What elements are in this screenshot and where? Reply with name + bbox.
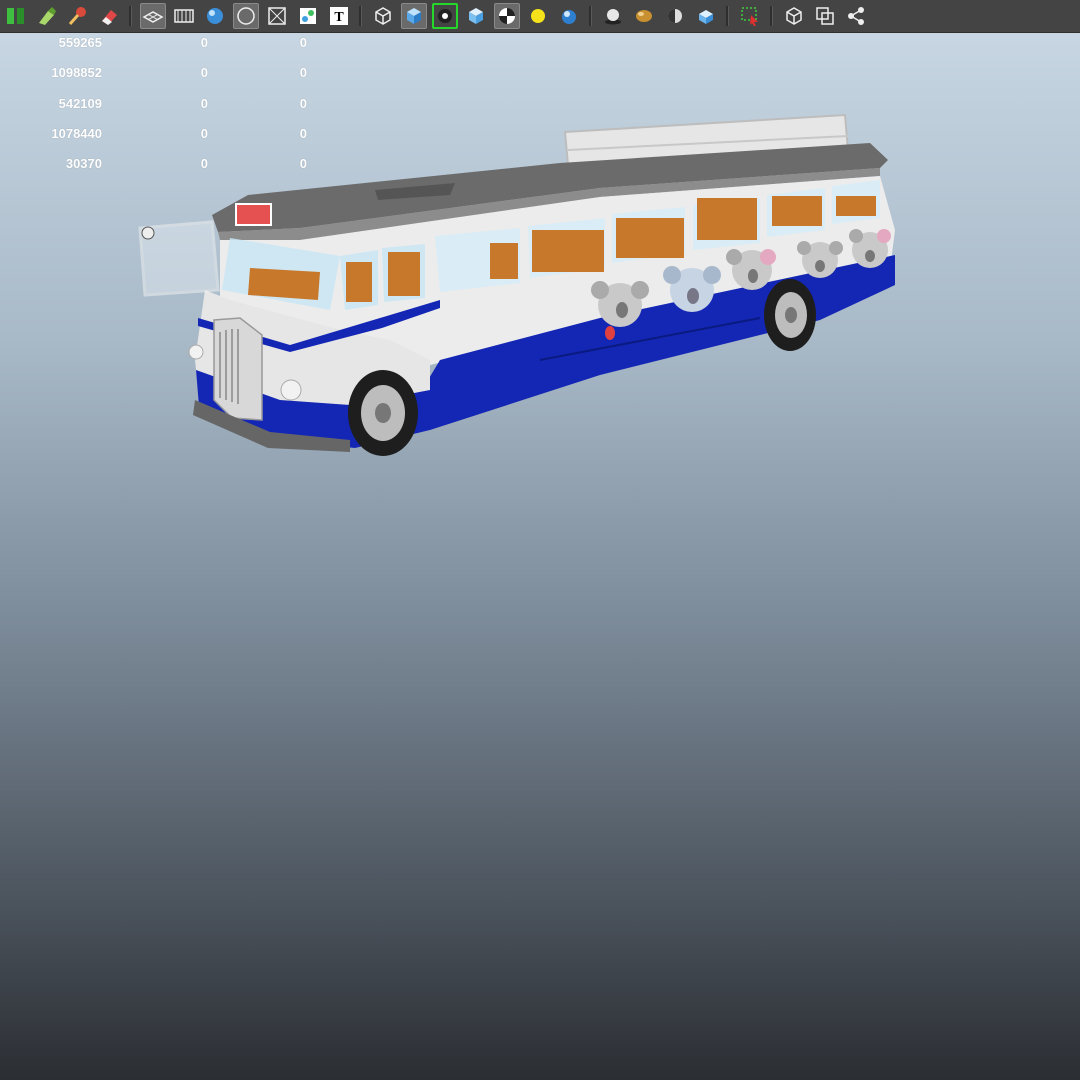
bus-3d-model[interactable]: [0, 0, 1080, 1080]
front-wheel: [348, 370, 418, 456]
open-door: [138, 220, 220, 297]
destination-sign: [235, 203, 272, 226]
rear-wheel: [764, 279, 816, 351]
